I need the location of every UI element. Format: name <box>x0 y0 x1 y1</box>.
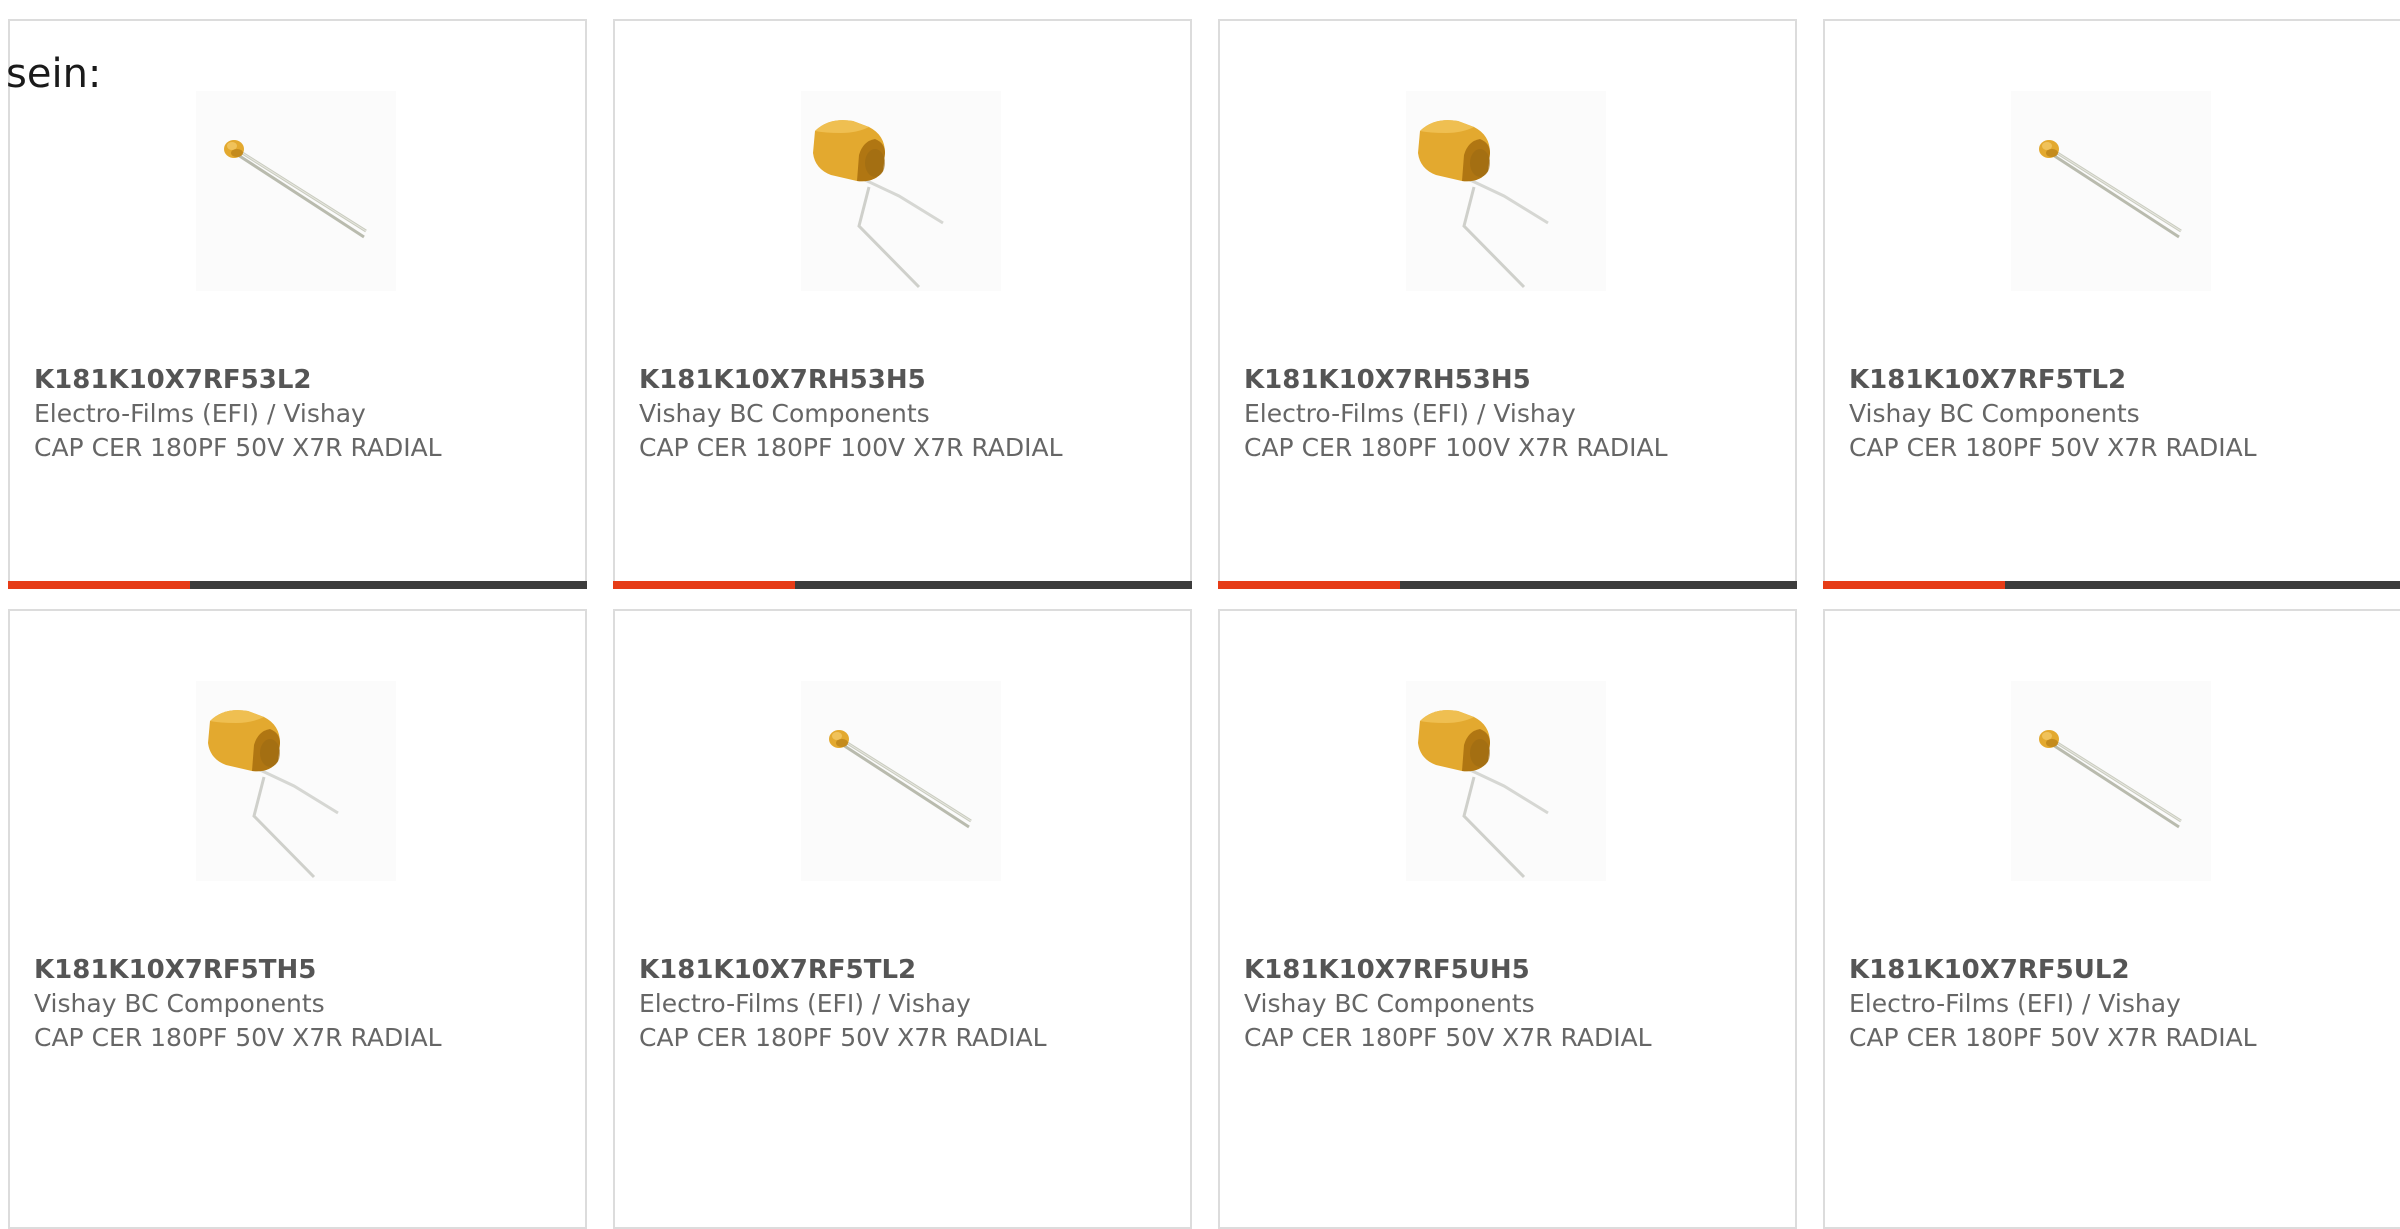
product-manufacturer: Vishay BC Components <box>34 989 325 1018</box>
product-part-number[interactable]: K181K10X7RF5TL2 <box>639 953 1079 987</box>
product-manufacturer: Electro-Films (EFI) / Vishay <box>1244 399 1576 428</box>
product-part-number[interactable]: K181K10X7RF53L2 <box>34 363 474 397</box>
product-info: K181K10X7RH53H5 Vishay BC Components CAP… <box>639 363 1079 465</box>
product-part-number[interactable]: K181K10X7RH53H5 <box>639 363 1079 397</box>
product-description: CAP CER 180PF 50V X7R RADIAL <box>1849 433 2257 462</box>
product-part-number[interactable]: K181K10X7RF5UL2 <box>1849 953 2289 987</box>
product-info: K181K10X7RF5TL2 Vishay BC Components CAP… <box>1849 363 2289 465</box>
block-capacitor-icon <box>1418 120 1549 289</box>
product-description: CAP CER 180PF 100V X7R RADIAL <box>639 433 1063 462</box>
product-part-number[interactable]: K181K10X7RF5TL2 <box>1849 363 2289 397</box>
product-description: CAP CER 180PF 50V X7R RADIAL <box>34 433 442 462</box>
product-manufacturer: Electro-Films (EFI) / Vishay <box>1849 989 2181 1018</box>
product-info: K181K10X7RF5UH5 Vishay BC Components CAP… <box>1244 953 1684 1055</box>
card-accent-bar <box>613 581 1192 589</box>
disc-capacitor-icon <box>2039 730 2182 829</box>
product-info: K181K10X7RF5UL2 Electro-Films (EFI) / Vi… <box>1849 953 2289 1055</box>
product-image[interactable] <box>2011 91 2211 291</box>
card-accent-bar <box>1218 581 1797 589</box>
product-description: CAP CER 180PF 50V X7R RADIAL <box>639 1023 1047 1052</box>
card-accent-bar <box>8 581 587 589</box>
product-card[interactable]: K181K10X7RF5UL2 Electro-Films (EFI) / Vi… <box>1823 609 2400 1229</box>
product-manufacturer: Vishay BC Components <box>1849 399 2140 428</box>
product-card[interactable]: K181K10X7RF53L2 Electro-Films (EFI) / Vi… <box>8 19 587 589</box>
product-description: CAP CER 180PF 100V X7R RADIAL <box>1244 433 1668 462</box>
product-card[interactable]: K181K10X7RF5TH5 Vishay BC Components CAP… <box>8 609 587 1229</box>
product-info: K181K10X7RH53H5 Electro-Films (EFI) / Vi… <box>1244 363 1684 465</box>
product-description: CAP CER 180PF 50V X7R RADIAL <box>34 1023 442 1052</box>
card-accent-bar <box>1823 581 2400 589</box>
product-manufacturer: Electro-Films (EFI) / Vishay <box>639 989 971 1018</box>
product-card[interactable]: K181K10X7RF5UH5 Vishay BC Components CAP… <box>1218 609 1797 1229</box>
product-grid: K181K10X7RF53L2 Electro-Films (EFI) / Vi… <box>8 19 2400 1229</box>
card-accent-bar-fill <box>613 581 795 589</box>
product-description: CAP CER 180PF 50V X7R RADIAL <box>1849 1023 2257 1052</box>
product-image[interactable] <box>801 681 1001 881</box>
product-manufacturer: Electro-Films (EFI) / Vishay <box>34 399 366 428</box>
block-capacitor-icon <box>813 120 944 289</box>
product-image[interactable] <box>801 91 1001 291</box>
product-card[interactable]: K181K10X7RF5TL2 Vishay BC Components CAP… <box>1823 19 2400 589</box>
product-description: CAP CER 180PF 50V X7R RADIAL <box>1244 1023 1652 1052</box>
product-part-number[interactable]: K181K10X7RF5UH5 <box>1244 953 1684 987</box>
product-card[interactable]: K181K10X7RH53H5 Electro-Films (EFI) / Vi… <box>1218 19 1797 589</box>
product-part-number[interactable]: K181K10X7RF5TH5 <box>34 953 474 987</box>
card-accent-bar-fill <box>1823 581 2005 589</box>
product-image[interactable] <box>196 91 396 291</box>
product-info: K181K10X7RF5TL2 Electro-Films (EFI) / Vi… <box>639 953 1079 1055</box>
product-image[interactable] <box>1406 681 1606 881</box>
product-image[interactable] <box>196 681 396 881</box>
product-info: K181K10X7RF53L2 Electro-Films (EFI) / Vi… <box>34 363 474 465</box>
product-image[interactable] <box>2011 681 2211 881</box>
product-image[interactable] <box>1406 91 1606 291</box>
product-manufacturer: Vishay BC Components <box>1244 989 1535 1018</box>
disc-capacitor-icon <box>829 730 972 829</box>
product-part-number[interactable]: K181K10X7RH53H5 <box>1244 363 1684 397</box>
product-info: K181K10X7RF5TH5 Vishay BC Components CAP… <box>34 953 474 1055</box>
product-card[interactable]: K181K10X7RH53H5 Vishay BC Components CAP… <box>613 19 1192 589</box>
disc-capacitor-icon <box>224 140 367 239</box>
disc-capacitor-icon <box>2039 140 2182 239</box>
product-card[interactable]: K181K10X7RF5TL2 Electro-Films (EFI) / Vi… <box>613 609 1192 1229</box>
block-capacitor-icon <box>1418 710 1549 879</box>
card-accent-bar-fill <box>8 581 190 589</box>
product-manufacturer: Vishay BC Components <box>639 399 930 428</box>
block-capacitor-icon <box>208 710 339 879</box>
intro-text: sein: <box>6 51 102 97</box>
card-accent-bar-fill <box>1218 581 1400 589</box>
